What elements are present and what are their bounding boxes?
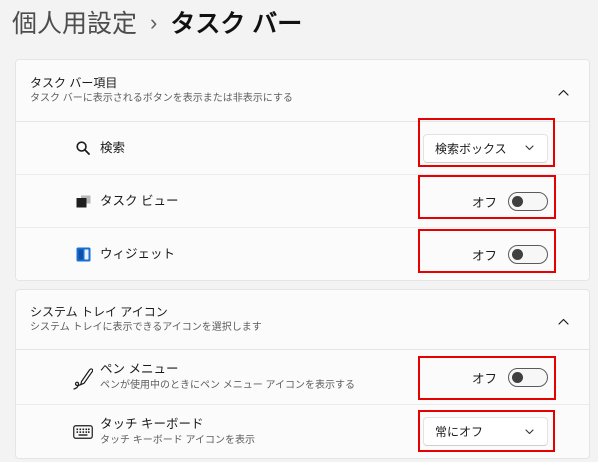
- setting-label: タスク ビュー: [100, 194, 179, 208]
- setting-description: ペンが使用中のときにペン メニュー アイコンを表示する: [100, 380, 356, 391]
- system-tray-icons-expander-header[interactable]: システム トレイ アイコン システム トレイに表示できるアイコンを選択します: [15, 289, 590, 350]
- dropdown-value: 検索ボックス: [435, 141, 507, 156]
- widgets-icon: [73, 247, 93, 262]
- breadcrumb: 個人用設定 › タスク バー: [12, 4, 302, 44]
- toggle-group: オフ: [471, 191, 548, 211]
- taskbar-items-list: 検索 検索ボックス タスク ビュー オフ ウィジェット オフ: [15, 122, 590, 281]
- search-icon: [73, 141, 93, 155]
- setting-text: ウィジェット: [100, 246, 472, 262]
- section-title: システム トレイ アイコン: [30, 305, 168, 319]
- setting-text: 検索: [100, 140, 423, 156]
- setting-row-widgets: ウィジェット オフ: [16, 227, 589, 280]
- task-view-icon: [73, 195, 93, 208]
- system-tray-icons-list: ペン メニュー ペンが使用中のときにペン メニュー アイコンを表示する オフ タ…: [15, 350, 590, 459]
- task-view-toggle[interactable]: [508, 191, 548, 211]
- taskbar-items-expander-header[interactable]: タスク バー項目 タスク バーに表示されるボタンを表示または非表示にする: [15, 59, 590, 122]
- page-title: タスク バー: [170, 10, 303, 38]
- setting-label: 検索: [100, 141, 126, 155]
- setting-label: ペン メニュー: [100, 362, 179, 376]
- toggle-state-label: オフ: [471, 371, 497, 386]
- section-heading: タスク バー項目 タスク バーに表示されるボタンを表示または非表示にする: [30, 75, 558, 106]
- breadcrumb-parent-personalization[interactable]: 個人用設定: [12, 4, 137, 44]
- setting-text: タッチ キーボード タッチ キーボード アイコンを表示: [100, 416, 423, 448]
- toggle-knob: [512, 195, 523, 207]
- chevron-up-icon[interactable]: [558, 89, 569, 96]
- setting-label: ウィジェット: [100, 247, 176, 261]
- touch-keyboard-icon: [73, 424, 93, 439]
- setting-row-search: 検索 検索ボックス: [16, 122, 589, 174]
- setting-label: タッチ キーボード: [100, 416, 204, 431]
- setting-row-pen-menu: ペン メニュー ペンが使用中のときにペン メニュー アイコンを表示する オフ: [16, 350, 589, 404]
- dropdown-value: 常にオフ: [435, 425, 484, 439]
- setting-row-touch-keyboard: タッチ キーボード タッチ キーボード アイコンを表示 常にオフ: [16, 404, 589, 458]
- chevron-down-icon: [525, 145, 534, 151]
- toggle-knob: [512, 248, 523, 260]
- pen-icon: [73, 364, 93, 390]
- section-subtitle: タスク バーに表示されるボタンを表示または非表示にする: [30, 93, 293, 104]
- chevron-down-icon: [525, 428, 534, 435]
- pen-menu-toggle[interactable]: [508, 367, 548, 387]
- setting-description: タッチ キーボード アイコンを表示: [100, 434, 256, 446]
- toggle-group: オフ: [471, 244, 548, 264]
- chevron-up-icon[interactable]: [558, 318, 569, 325]
- section-heading: システム トレイ アイコン システム トレイに表示できるアイコンを選択します: [30, 304, 558, 335]
- section-subtitle: システム トレイに表示できるアイコンを選択します: [30, 322, 262, 333]
- setting-text: タスク ビュー: [100, 193, 472, 209]
- setting-row-task-view: タスク ビュー オフ: [16, 174, 589, 227]
- widgets-toggle[interactable]: [508, 244, 548, 264]
- setting-text: ペン メニュー ペンが使用中のときにペン メニュー アイコンを表示する: [100, 361, 472, 393]
- toggle-knob: [512, 371, 523, 383]
- toggle-state-label: オフ: [471, 195, 497, 210]
- breadcrumb-separator: ›: [150, 10, 158, 35]
- section-title: タスク バー項目: [30, 76, 118, 90]
- toggle-group: オフ: [471, 367, 548, 387]
- toggle-state-label: オフ: [471, 248, 497, 263]
- search-dropdown[interactable]: 検索ボックス: [423, 133, 548, 163]
- touch-keyboard-dropdown[interactable]: 常にオフ: [423, 417, 548, 446]
